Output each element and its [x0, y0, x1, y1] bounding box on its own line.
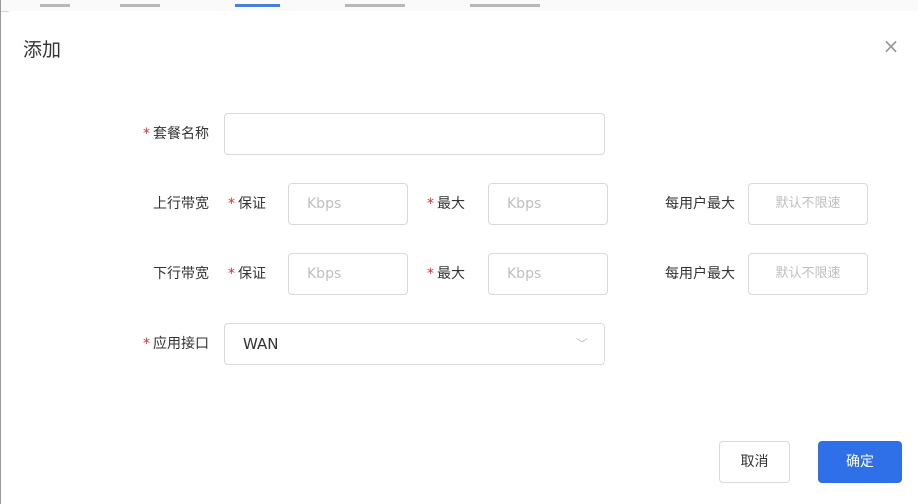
required-asterisk: * — [143, 336, 150, 352]
background-blot — [345, 4, 405, 7]
upstream-guarantee-label: * 保证 — [228, 196, 266, 212]
chevron-down-icon: ﹀ — [575, 337, 588, 351]
background-edge — [0, 0, 1, 504]
downstream-max-label: * 最大 — [427, 266, 465, 282]
confirm-button[interactable]: 确定 — [818, 441, 902, 483]
background-blot — [120, 4, 160, 7]
upstream-max-label: * 最大 — [427, 196, 465, 212]
required-asterisk: * — [427, 196, 434, 212]
dialog-title: 添加 — [23, 39, 62, 61]
interface-selected-value: WAN — [243, 335, 279, 353]
required-asterisk: * — [228, 196, 235, 212]
cancel-button[interactable]: 取消 — [719, 441, 790, 483]
upstream-max-input[interactable]: Kbps — [488, 183, 608, 225]
background-blot — [235, 4, 280, 7]
package-name-input[interactable] — [224, 113, 605, 155]
downstream-guarantee-input[interactable]: Kbps — [288, 253, 408, 295]
downstream-per-user-max-input[interactable]: 默认不限速 — [748, 253, 868, 295]
add-package-dialog: 添加 × * 套餐名称 上行带宽 * 保证 Kbps * 最大 Kbps 每用户最大 … — [9, 11, 918, 504]
downstream-bandwidth-label: 下行带宽 — [153, 266, 209, 282]
upstream-guarantee-input[interactable]: Kbps — [288, 183, 408, 225]
interface-label: * 应用接口 — [143, 336, 209, 352]
close-icon[interactable]: × — [881, 36, 901, 57]
background-blot — [40, 4, 70, 7]
required-asterisk: * — [228, 266, 235, 282]
required-asterisk: * — [143, 126, 150, 142]
package-name-label: * 套餐名称 — [143, 126, 209, 142]
upstream-per-user-max-input[interactable]: 默认不限速 — [748, 183, 868, 225]
downstream-max-input[interactable]: Kbps — [488, 253, 608, 295]
downstream-per-user-max-label: 每用户最大 — [665, 266, 735, 282]
upstream-per-user-max-label: 每用户最大 — [665, 196, 735, 212]
background-blot — [470, 4, 540, 7]
interface-select[interactable]: WAN ﹀ — [224, 323, 605, 365]
upstream-bandwidth-label: 上行带宽 — [153, 196, 209, 212]
downstream-guarantee-label: * 保证 — [228, 266, 266, 282]
required-asterisk: * — [427, 266, 434, 282]
